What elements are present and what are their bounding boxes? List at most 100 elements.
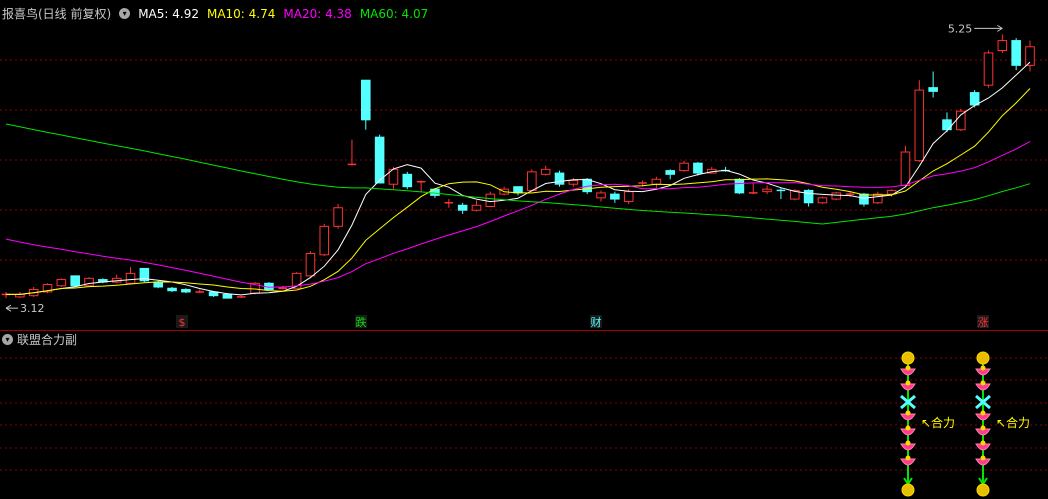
candle	[513, 186, 523, 196]
fan-dot-icon	[980, 440, 986, 446]
candle	[499, 186, 509, 196]
candle	[167, 286, 177, 292]
candle	[956, 108, 966, 131]
candle	[942, 112, 952, 133]
candle	[42, 283, 53, 294]
candle-body	[56, 279, 67, 287]
candle-body	[513, 186, 523, 194]
candle	[665, 169, 676, 180]
candle-body	[1011, 40, 1021, 66]
fan-dot-icon	[905, 410, 911, 416]
signal-label: ↖合力	[996, 415, 1030, 430]
candle-body	[651, 178, 662, 185]
kline-chart[interactable]: 5.25 3.12 $ 跌 财 涨 ↖合力 ↖合力	[0, 0, 1048, 499]
candle	[762, 185, 772, 195]
candle	[416, 180, 426, 192]
candle-body	[222, 293, 233, 299]
candle-body	[942, 119, 952, 131]
candle-body	[70, 275, 80, 287]
signal-marker: 跌	[355, 315, 367, 329]
candle-body	[734, 178, 745, 194]
fan-dot-icon	[905, 440, 911, 446]
candle-body	[610, 193, 620, 200]
candle-body	[596, 192, 606, 199]
signal-marker-label: $	[179, 316, 186, 329]
candle-body	[402, 173, 413, 188]
candle-body	[208, 291, 219, 297]
candle-body	[900, 151, 911, 186]
fan-dot-icon	[980, 365, 986, 371]
coin-icon	[976, 351, 990, 365]
candle-body	[762, 188, 772, 193]
coin-icon	[976, 483, 990, 497]
candle	[900, 145, 911, 187]
candle-body	[803, 189, 814, 204]
candle-body	[831, 192, 842, 200]
candle	[983, 50, 994, 88]
candle-body	[319, 225, 330, 256]
candle-body	[471, 204, 482, 211]
candle	[928, 71, 938, 98]
signal-marker-label: 财	[591, 315, 602, 329]
ma5-value: MA5: 4.92	[138, 6, 199, 21]
candle	[748, 182, 758, 195]
expand-icon[interactable]: ▾	[119, 8, 131, 19]
candle-body	[360, 79, 371, 121]
candle	[651, 176, 662, 188]
candle	[333, 204, 343, 229]
candle-body	[568, 180, 579, 185]
candle	[374, 134, 385, 184]
signal-marker-label: 涨	[978, 316, 989, 329]
ma20-line	[5, 141, 1031, 288]
signal-marker: 涨	[977, 315, 989, 329]
candle	[111, 274, 122, 284]
fan-dot-icon	[905, 380, 911, 386]
candle	[831, 191, 842, 201]
candle	[84, 277, 94, 287]
ma60-line	[5, 123, 1031, 225]
candle	[457, 202, 468, 214]
ma60-value: MA60: 4.07	[359, 6, 429, 21]
signal-stack	[900, 351, 916, 497]
candle-body	[374, 136, 385, 184]
high-label: 5.25	[948, 22, 973, 35]
candle-body	[956, 110, 966, 131]
candle	[360, 79, 371, 130]
candle	[997, 34, 1008, 53]
sub-panel-title[interactable]: 联盟合力副	[17, 331, 77, 348]
signal-marker-label: 跌	[356, 315, 367, 329]
candle-body	[527, 171, 537, 191]
sub-panel-header: ▾ 联盟合力副	[2, 331, 77, 348]
candle-body	[693, 162, 703, 174]
fan-dot-icon	[905, 425, 911, 431]
fan-dot-icon	[980, 455, 986, 461]
ma20-value: MA20: 4.38	[283, 6, 352, 21]
candle	[125, 267, 136, 285]
candle-body	[914, 89, 925, 162]
candle-body	[997, 40, 1008, 51]
coin-icon	[901, 351, 915, 365]
candle	[540, 165, 551, 176]
candle	[969, 90, 980, 108]
candle	[388, 166, 399, 190]
candle	[195, 289, 205, 294]
candle-body	[167, 287, 177, 292]
stock-title[interactable]: 报喜鸟(日线 前复权)	[2, 5, 111, 22]
candle	[56, 278, 67, 287]
candle	[872, 191, 883, 205]
candle	[1025, 40, 1035, 72]
candle	[1, 291, 11, 299]
expand-icon[interactable]: ▾	[2, 334, 13, 345]
candle-body	[623, 191, 634, 203]
candle	[554, 170, 565, 187]
candle-body	[679, 162, 689, 172]
candle	[264, 282, 274, 290]
fan-dot-icon	[980, 425, 986, 431]
candle	[610, 191, 620, 203]
candle	[596, 190, 606, 202]
candle	[347, 139, 357, 166]
candle-body	[181, 288, 191, 293]
signal-label: ↖合力	[921, 415, 955, 430]
candle	[914, 80, 925, 162]
candle-body	[817, 197, 828, 204]
